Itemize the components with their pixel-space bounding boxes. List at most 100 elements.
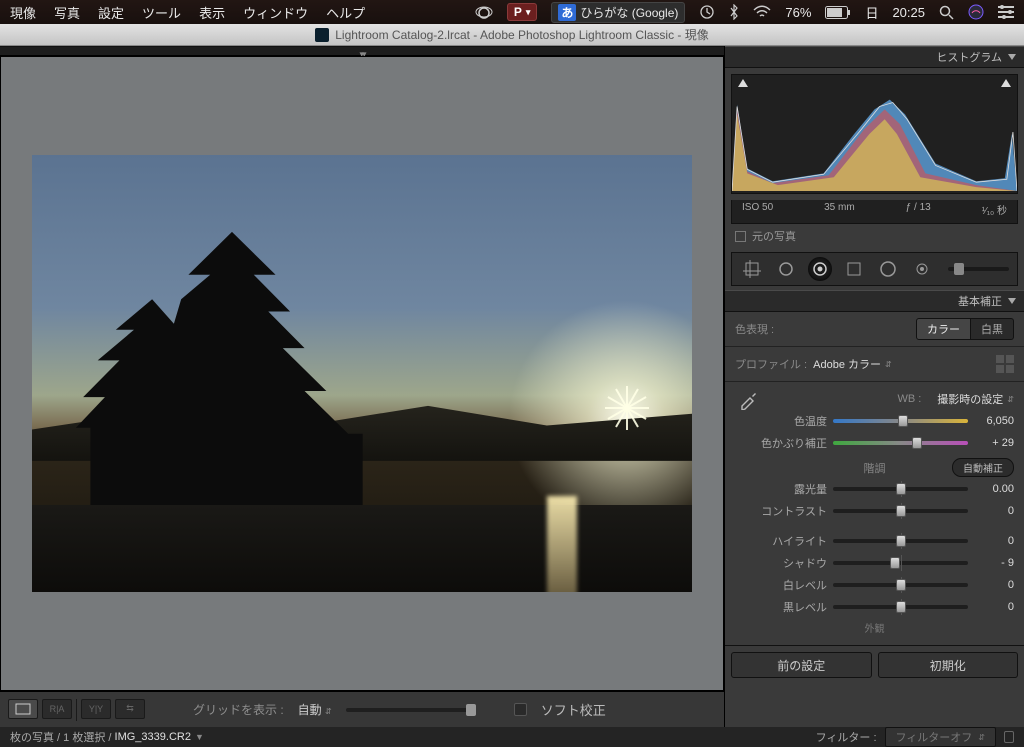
tint-value[interactable]: + 29 bbox=[974, 437, 1014, 449]
temp-value[interactable]: 6,050 bbox=[974, 415, 1014, 427]
image-canvas[interactable] bbox=[0, 56, 724, 691]
wb-preset-popup[interactable]: 撮影時の設定⇵ bbox=[937, 391, 1014, 407]
wb-eyedropper-tool[interactable] bbox=[735, 385, 763, 413]
view-swap-button[interactable]: ⇆ bbox=[115, 699, 145, 719]
right-panel: ヒストグラム ISO 50 35 mm ƒ / 13 ¹⁄₁₀ 秒 元の写真 bbox=[724, 46, 1024, 727]
treatment-toggle[interactable]: カラー 白黒 bbox=[916, 318, 1014, 340]
siri-icon[interactable] bbox=[968, 4, 984, 20]
view-loupe-button[interactable] bbox=[8, 699, 38, 719]
original-label: 元の写真 bbox=[752, 228, 796, 244]
menu-window[interactable]: ウィンドウ bbox=[243, 3, 308, 22]
filename: IMG_3339.CR2 bbox=[115, 731, 191, 743]
blacks-value[interactable]: 0 bbox=[974, 601, 1014, 613]
view-before-after-y-button[interactable]: Y|Y bbox=[81, 699, 111, 719]
exposure-label: 露光量 bbox=[735, 481, 827, 497]
ime-indicator[interactable]: あ ひらがな (Google) bbox=[551, 2, 685, 23]
temp-slider[interactable] bbox=[833, 414, 968, 428]
previous-settings-button[interactable]: 前の設定 bbox=[731, 652, 872, 678]
treatment-color[interactable]: カラー bbox=[916, 318, 971, 340]
shadows-value[interactable]: - 9 bbox=[974, 557, 1014, 569]
app-icon bbox=[315, 28, 329, 42]
shutter-value: ¹⁄₁₀ 秒 bbox=[982, 202, 1007, 217]
auto-tone-button[interactable]: 自動補正 bbox=[952, 458, 1014, 477]
whites-slider[interactable] bbox=[833, 578, 968, 592]
aperture-value: ƒ / 13 bbox=[906, 202, 931, 217]
local-tools-strip bbox=[731, 252, 1018, 286]
status-bar: 枚の写真 / 1 枚選択 / IMG_3339.CR2 ▼ フィルター : フィ… bbox=[0, 727, 1024, 747]
softproof-checkbox[interactable] bbox=[514, 703, 527, 716]
menu-photo[interactable]: 写真 bbox=[54, 3, 80, 22]
time-machine-icon[interactable] bbox=[699, 4, 715, 20]
whites-value[interactable]: 0 bbox=[974, 579, 1014, 591]
wb-label: WB : bbox=[897, 393, 921, 405]
iso-value: ISO 50 bbox=[742, 202, 773, 217]
treatment-label: 色表現 : bbox=[735, 321, 774, 337]
highlights-value[interactable]: 0 bbox=[974, 535, 1014, 547]
brush-tool[interactable] bbox=[910, 257, 934, 281]
contrast-value[interactable]: 0 bbox=[974, 505, 1014, 517]
disclosure-icon bbox=[1008, 54, 1016, 60]
checkbox-icon bbox=[735, 231, 746, 242]
preview-image bbox=[32, 155, 692, 592]
bluetooth-icon[interactable] bbox=[729, 4, 739, 20]
grid-mode-popup[interactable]: 自動 ⇵ bbox=[298, 701, 332, 718]
histogram[interactable] bbox=[731, 74, 1018, 194]
radial-tool[interactable] bbox=[876, 257, 900, 281]
battery-percent: 76% bbox=[785, 5, 811, 20]
exposure-value[interactable]: 0.00 bbox=[974, 483, 1014, 495]
whites-label: 白レベル bbox=[735, 577, 827, 593]
grid-opacity-slider[interactable] bbox=[346, 708, 476, 712]
exposure-slider[interactable] bbox=[833, 482, 968, 496]
focal-value: 35 mm bbox=[824, 202, 855, 217]
redeye-tool[interactable] bbox=[808, 257, 832, 281]
profile-label: プロファイル : bbox=[735, 356, 807, 372]
temp-label: 色温度 bbox=[735, 413, 827, 429]
menu-develop[interactable]: 現像 bbox=[10, 3, 36, 22]
basic-header[interactable]: 基本補正 bbox=[725, 290, 1024, 312]
menu-view[interactable]: 表示 bbox=[199, 3, 225, 22]
contrast-label: コントラスト bbox=[735, 503, 827, 519]
original-photo-toggle[interactable]: 元の写真 bbox=[725, 224, 1024, 248]
reset-button[interactable]: 初期化 bbox=[878, 652, 1019, 678]
tint-label: 色かぶり補正 bbox=[735, 435, 827, 451]
app-switcher-icon[interactable]: P▾ bbox=[507, 3, 538, 21]
contrast-slider[interactable] bbox=[833, 504, 968, 518]
spot-tool[interactable] bbox=[774, 257, 798, 281]
highlights-label: ハイライト bbox=[735, 533, 827, 549]
menu-help[interactable]: ヘルプ bbox=[326, 3, 365, 22]
tint-slider[interactable] bbox=[833, 436, 968, 450]
softproof-label: ソフト校正 bbox=[541, 700, 606, 719]
control-center-icon[interactable] bbox=[998, 5, 1014, 19]
tone-section: 階調 自動補正 bbox=[735, 460, 1014, 476]
macos-menubar: 現像 写真 設定 ツール 表示 ウィンドウ ヘルプ P▾ あ ひらがな (Goo… bbox=[0, 0, 1024, 24]
blacks-slider[interactable] bbox=[833, 600, 968, 614]
selection-count: 枚の写真 / 1 枚選択 / bbox=[10, 729, 111, 745]
profile-popup[interactable]: Adobe カラー⇵ bbox=[813, 356, 892, 372]
view-before-after-lr-button[interactable]: R|A bbox=[42, 699, 72, 719]
filename-dropdown-icon[interactable]: ▼ bbox=[195, 732, 204, 742]
tool-size-slider[interactable] bbox=[948, 267, 1009, 271]
gradient-tool[interactable] bbox=[842, 257, 866, 281]
clock-day: 日 bbox=[865, 3, 878, 22]
histogram-header[interactable]: ヒストグラム bbox=[725, 46, 1024, 68]
filter-label: フィルター : bbox=[816, 729, 877, 745]
treatment-bw[interactable]: 白黒 bbox=[971, 318, 1014, 340]
shadows-slider[interactable] bbox=[833, 556, 968, 570]
battery-icon[interactable] bbox=[825, 6, 851, 19]
clock-time: 20:25 bbox=[892, 5, 925, 20]
filter-lock-icon[interactable] bbox=[1004, 731, 1014, 743]
spotlight-icon[interactable] bbox=[939, 5, 954, 20]
filter-popup[interactable]: フィルターオフ⇵ bbox=[885, 727, 996, 747]
basic-title: 基本補正 bbox=[958, 293, 1002, 309]
develop-toolbar: R|A Y|Y ⇆ グリッドを表示 : 自動 ⇵ ソフト校正 bbox=[0, 691, 724, 727]
presence-section: 外観 bbox=[735, 618, 1014, 635]
menu-settings[interactable]: 設定 bbox=[98, 3, 124, 22]
profile-browser-icon[interactable] bbox=[996, 355, 1014, 373]
highlights-slider[interactable] bbox=[833, 534, 968, 548]
crop-tool[interactable] bbox=[740, 257, 764, 281]
module-picker-collapsed[interactable]: ▾▾ bbox=[0, 46, 724, 56]
exif-readout: ISO 50 35 mm ƒ / 13 ¹⁄₁₀ 秒 bbox=[731, 200, 1018, 224]
menu-tools[interactable]: ツール bbox=[142, 3, 181, 22]
creative-cloud-icon[interactable] bbox=[475, 5, 493, 19]
wifi-icon[interactable] bbox=[753, 5, 771, 19]
